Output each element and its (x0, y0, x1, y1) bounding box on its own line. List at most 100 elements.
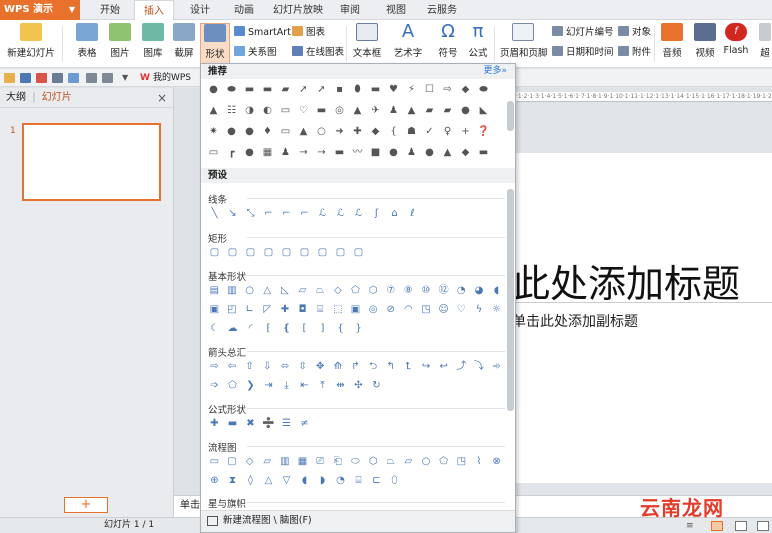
curved-connector-icon[interactable]: ℒ (315, 208, 330, 220)
shape-icon[interactable]: ◎ (333, 105, 346, 117)
bevel-icon[interactable]: ▣ (348, 304, 363, 316)
internal-storage-icon[interactable]: ▦ (295, 456, 310, 468)
shapes-scrollbar[interactable] (507, 189, 514, 411)
customize-dropdown-icon[interactable]: ▼ (122, 73, 130, 83)
wps-app-menu-button[interactable]: WPS 演示 ▼ (0, 0, 80, 20)
up-down-arrow-icon[interactable]: ⇳ (295, 361, 310, 373)
heptagon-icon[interactable]: ⑦ (383, 285, 398, 297)
shape-icon[interactable]: ▭ (207, 147, 220, 159)
wordart-button[interactable]: A 艺术字 (390, 23, 426, 65)
shape-icon[interactable]: ▭ (279, 126, 292, 138)
down-arrow-icon[interactable]: ⇩ (260, 361, 275, 373)
block-arc-icon[interactable]: ◠ (401, 304, 416, 316)
curved-connector-icon[interactable]: ℒ (333, 208, 348, 220)
round-rectangle-icon[interactable]: ▢ (315, 247, 330, 259)
shape-icon[interactable]: ⬮ (351, 84, 364, 96)
slide-sorter-icon[interactable] (735, 521, 747, 531)
snip-rectangle-icon[interactable]: ▢ (243, 247, 258, 259)
round-rectangle-icon[interactable]: ▢ (351, 247, 366, 259)
circular-arrow-icon[interactable]: ↻ (369, 380, 384, 392)
shape-icon[interactable]: 〰 (351, 147, 364, 159)
print-icon[interactable] (52, 73, 63, 83)
shape-icon[interactable]: ◆ (459, 147, 472, 159)
left-right-up-arrow-icon[interactable]: ⟰ (330, 361, 345, 373)
preparation-icon[interactable]: ⬡ (366, 456, 381, 468)
left-up-arrow-icon[interactable]: ↰ (383, 361, 398, 373)
undo-icon[interactable] (86, 73, 97, 83)
rectangle-icon[interactable]: ▢ (207, 247, 222, 259)
shape-icon[interactable]: ♀ (441, 126, 454, 138)
shape-icon[interactable]: ┏ (225, 147, 238, 159)
recommended-scrollbar[interactable] (507, 101, 514, 131)
slide-number-button[interactable]: 幻灯片编号 (552, 26, 614, 40)
curved-down-arrow-icon[interactable]: ⤵ (472, 361, 487, 373)
teardrop-icon[interactable]: ◖ (489, 285, 504, 297)
smiley-icon[interactable]: ☺ (436, 304, 451, 316)
shape-icon[interactable]: ◆ (369, 126, 382, 138)
shape-icon[interactable]: ☷ (225, 105, 238, 117)
attachment-button[interactable]: 附件 (618, 46, 651, 60)
shape-icon[interactable]: ♟ (387, 105, 400, 117)
table-button[interactable]: 表格 (72, 23, 102, 65)
shape-icon[interactable]: → (315, 147, 328, 159)
shape-icon[interactable]: ⬬ (477, 84, 490, 96)
shape-icon[interactable]: ❓ (477, 126, 490, 138)
audio-button[interactable]: 音频 (658, 23, 686, 65)
shape-icon[interactable]: ◆ (459, 84, 472, 96)
shape-icon[interactable]: ⬬ (225, 84, 238, 96)
shape-icon[interactable]: ▬ (243, 84, 256, 96)
frame-icon[interactable]: ▣ (207, 304, 222, 316)
shape-icon[interactable]: ⚡ (405, 84, 418, 96)
shape-icon[interactable]: ✓ (423, 126, 436, 138)
round-rectangle-icon[interactable]: ▢ (297, 247, 312, 259)
shape-icon[interactable]: ▲ (351, 105, 364, 117)
hexagon-icon[interactable]: ⬡ (366, 285, 381, 297)
round-rectangle-icon[interactable]: ▢ (333, 247, 348, 259)
octagon-icon[interactable]: ⑧ (401, 285, 416, 297)
left-right-arrow-icon[interactable]: ⬄ (278, 361, 293, 373)
shape-icon[interactable]: ▬ (315, 105, 328, 117)
terminator-icon[interactable]: ⬭ (348, 456, 363, 468)
relation-chart-button[interactable]: 关系图 (234, 46, 277, 60)
shape-icon[interactable]: ▲ (441, 147, 454, 159)
chart-button[interactable]: 图表 (292, 26, 325, 40)
save-icon[interactable] (20, 73, 31, 83)
shape-icon[interactable]: ▬ (477, 147, 490, 159)
shape-icon[interactable]: ▪ (333, 84, 346, 96)
decision-icon[interactable]: ◇ (242, 456, 257, 468)
dodecagon-icon[interactable]: ⑫ (436, 285, 451, 297)
slide-canvas[interactable]: 此处添加标题 单击此处添加副标题 (512, 153, 772, 483)
u-turn-arrow-icon[interactable]: ⮌ (366, 361, 381, 373)
plaque-icon[interactable]: ◘ (295, 304, 310, 316)
down-callout-arrow-icon[interactable]: ⤓ (279, 380, 294, 392)
shape-icon[interactable]: ○ (315, 126, 328, 138)
textbox-button[interactable]: 文本框 (350, 23, 384, 65)
not-equal-icon[interactable]: ≠ (297, 418, 312, 430)
right-bracket-icon[interactable]: ] (315, 323, 330, 335)
tab-design[interactable]: 设计 (180, 0, 220, 20)
shape-icon[interactable]: ◣ (477, 105, 490, 117)
heart-icon[interactable]: ♡ (454, 304, 469, 316)
shape-icon[interactable]: ♥ (387, 84, 400, 96)
shape-icon[interactable]: ♟ (405, 147, 418, 159)
shape-icon[interactable]: ✷ (207, 126, 220, 138)
shape-icon[interactable]: ▰ (279, 84, 292, 96)
tab-home[interactable]: 开始 (90, 0, 130, 20)
header-footer-button[interactable]: 页眉和页脚 (500, 23, 548, 65)
connector-icon[interactable]: ○ (419, 456, 434, 468)
multiply-icon[interactable]: ✖ (243, 418, 258, 430)
notched-arrow-icon[interactable]: ➩ (207, 380, 222, 392)
extract-icon[interactable]: △ (261, 475, 276, 487)
video-button[interactable]: 视频 (690, 23, 720, 65)
shape-icon[interactable]: ■ (369, 147, 382, 159)
sequential-access-icon[interactable]: ◔ (333, 475, 348, 487)
online-chart-button[interactable]: 在线图表 (292, 46, 344, 60)
right-brace-icon[interactable]: } (351, 323, 366, 335)
shape-icon[interactable]: ✈ (369, 105, 382, 117)
diagonal-stripe-icon[interactable]: ◸ (260, 304, 275, 316)
shape-icon[interactable]: ● (243, 126, 256, 138)
oval-icon[interactable]: ○ (242, 285, 257, 297)
shape-icon[interactable]: ▭ (279, 105, 292, 117)
shape-icon[interactable]: ➜ (333, 126, 346, 138)
shape-icon[interactable]: { (387, 126, 400, 138)
